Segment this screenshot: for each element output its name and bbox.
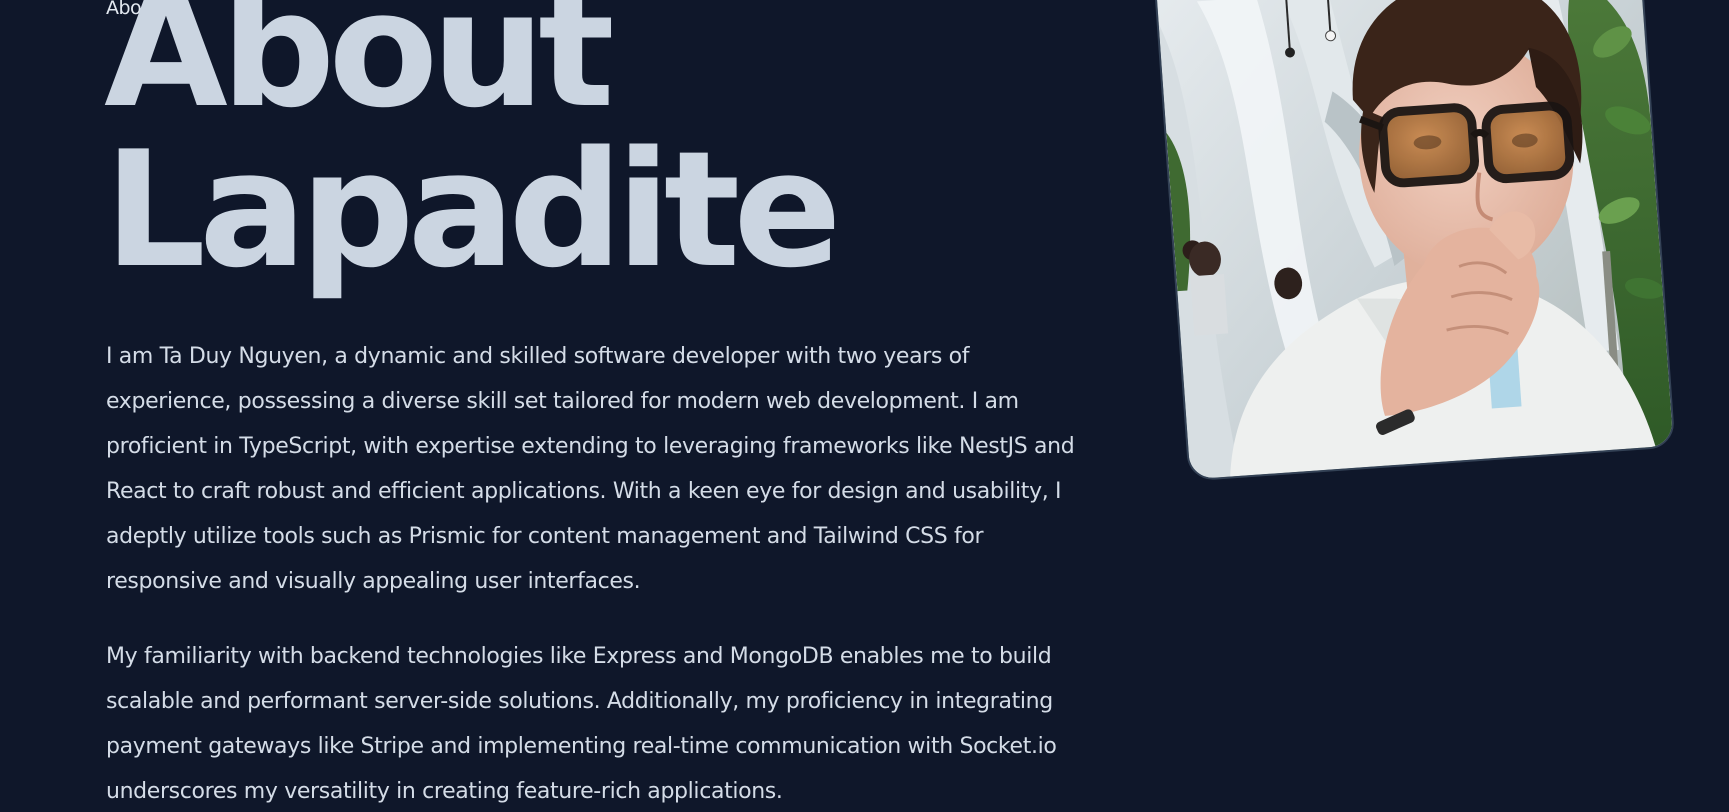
about-page: About About Lapadite I am Ta Duy Nguyen,… bbox=[0, 0, 1729, 812]
bio-section: I am Ta Duy Nguyen, a dynamic and skille… bbox=[106, 334, 1076, 812]
bio-paragraph-1: I am Ta Duy Nguyen, a dynamic and skille… bbox=[106, 344, 1075, 594]
page-title-line-2: Lapadite bbox=[104, 116, 842, 303]
page-title: About Lapadite bbox=[104, 0, 842, 303]
profile-photo-illustration bbox=[1154, 0, 1674, 480]
page-title-line-1: About bbox=[104, 0, 615, 143]
profile-photo bbox=[1152, 0, 1676, 482]
bio-paragraph-2: My familiarity with backend technologies… bbox=[106, 644, 1057, 804]
